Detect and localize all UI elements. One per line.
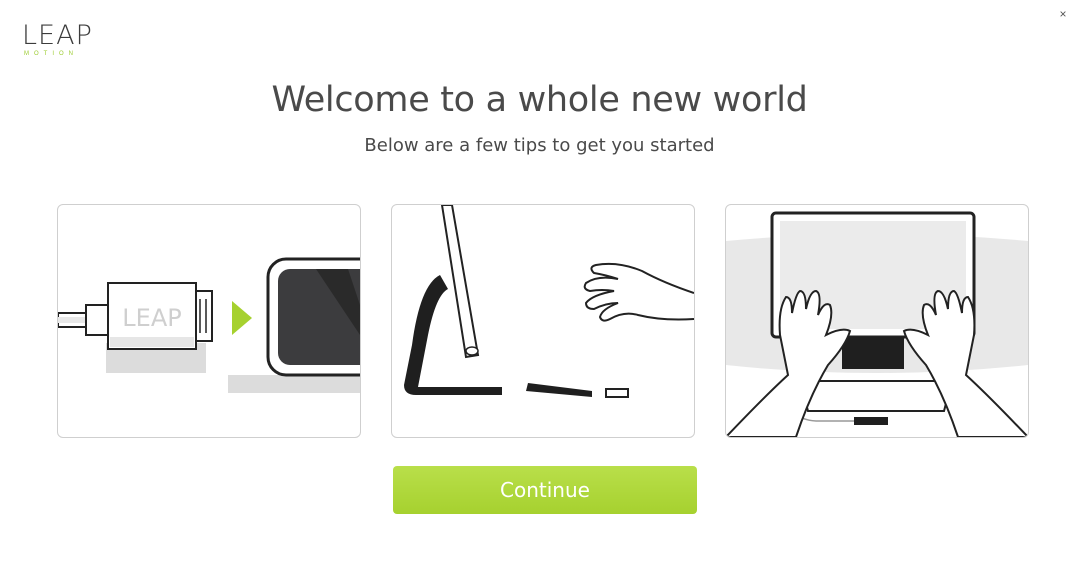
page-subtitle: Below are a few tips to get you started bbox=[364, 135, 715, 156]
page-title: Welcome to a whole new world bbox=[271, 80, 808, 120]
plug-label: LEAP bbox=[122, 304, 181, 332]
leap-motion-logo: LEAP MOTION bbox=[22, 20, 102, 58]
continue-button[interactable]: Continue bbox=[393, 466, 697, 514]
tip-card-position bbox=[391, 204, 695, 438]
close-icon[interactable]: × bbox=[1055, 6, 1071, 22]
welcome-window: × LEAP MOTION Welcome to a whole new wor… bbox=[0, 0, 1079, 579]
tip-card-usage bbox=[725, 204, 1029, 438]
logo-word: LEAP bbox=[22, 20, 93, 51]
hand-position-illustration bbox=[404, 205, 694, 398]
laptop-hands-illustration bbox=[726, 211, 1028, 437]
usb-plug-illustration: LEAP bbox=[58, 257, 360, 393]
tip-card-plug-in: LEAP bbox=[57, 204, 361, 438]
logo-sub: MOTION bbox=[24, 51, 78, 57]
arrow-right-icon bbox=[232, 301, 252, 335]
